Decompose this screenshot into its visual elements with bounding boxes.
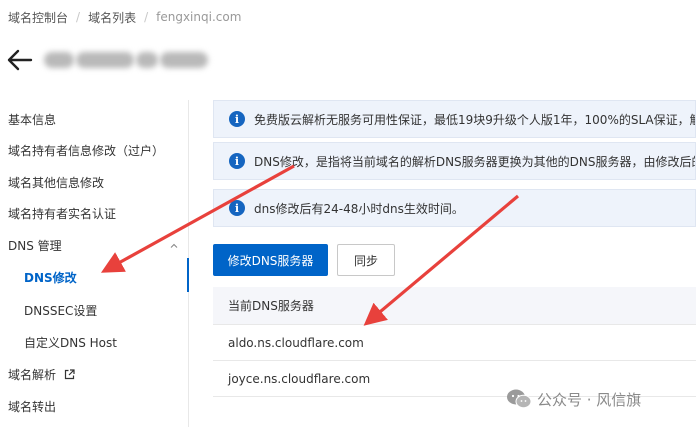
active-indicator	[187, 258, 189, 292]
sidebar-item-basic-info[interactable]: 基本信息	[8, 110, 56, 130]
page-title-blurred	[44, 46, 216, 74]
sidebar-item-holder-change[interactable]: 域名持有者信息修改（过户）	[8, 141, 164, 161]
notice-text: DNS修改，是指将当前域名的解析DNS服务器更换为其他的DNS服务器，由修改后的	[254, 154, 696, 169]
sidebar-item-dns-modify[interactable]: DNS修改	[24, 268, 77, 288]
breadcrumb: 域名控制台 / 域名列表 / fengxinqi.com	[8, 9, 241, 25]
breadcrumb-domain-list[interactable]: 域名列表	[88, 9, 136, 26]
sidebar-item-domain-transfer[interactable]: 域名转出	[8, 397, 56, 417]
dns-table-header: 当前DNS服务器	[213, 287, 696, 325]
table-row: aldo.ns.cloudflare.com	[213, 325, 696, 361]
info-icon: i	[229, 153, 245, 169]
watermark: 公众号 · 风信旗	[506, 386, 641, 412]
sidebar-group-label: DNS 管理	[8, 239, 62, 253]
breadcrumb-current-domain: fengxinqi.com	[156, 10, 242, 24]
sidebar-item-real-name[interactable]: 域名持有者实名认证	[8, 204, 116, 224]
chevron-up-icon	[170, 243, 178, 248]
info-icon: i	[229, 200, 245, 216]
external-link-icon	[64, 369, 75, 380]
breadcrumb-separator: /	[144, 10, 149, 24]
notice-dns-modify: i DNS修改，是指将当前域名的解析DNS服务器更换为其他的DNS服务器，由修改…	[213, 142, 696, 180]
breadcrumb-domain-console[interactable]: 域名控制台	[8, 9, 68, 26]
breadcrumb-separator: /	[76, 10, 81, 24]
sidebar-item-dns-resolve[interactable]: 域名解析	[8, 365, 75, 385]
arrow-left-icon[interactable]	[6, 48, 34, 72]
sidebar-item-custom-dns-host[interactable]: 自定义DNS Host	[24, 333, 117, 353]
sidebar-item-other-info[interactable]: 域名其他信息修改	[8, 173, 104, 193]
sync-button[interactable]: 同步	[337, 244, 395, 276]
sidebar-item-dnssec[interactable]: DNSSEC设置	[24, 301, 97, 321]
info-icon: i	[229, 111, 245, 127]
notice-text: dns修改后有24-48小时dns生效时间。	[254, 201, 464, 216]
sidebar-item-label: 域名解析	[8, 368, 57, 382]
modify-dns-button[interactable]: 修改DNS服务器	[213, 244, 328, 276]
sidebar-group-dns[interactable]: DNS 管理	[8, 236, 184, 256]
notice-sla: i 免费版云解析无服务可用性保证，最低19块9升级个人版1年，100%的SLA保…	[213, 100, 696, 138]
notice-propagation: i dns修改后有24-48小时dns生效时间。	[213, 189, 696, 227]
sidebar: 基本信息 域名持有者信息修改（过户） 域名其他信息修改 域名持有者实名认证 DN…	[0, 100, 189, 427]
notice-text: 免费版云解析无服务可用性保证，最低19块9升级个人版1年，100%的SLA保证，…	[254, 112, 696, 127]
wechat-icon	[507, 389, 532, 409]
watermark-text: 公众号 · 风信旗	[537, 390, 642, 409]
main-content: i 免费版云解析无服务可用性保证，最低19块9升级个人版1年，100%的SLA保…	[213, 100, 696, 427]
